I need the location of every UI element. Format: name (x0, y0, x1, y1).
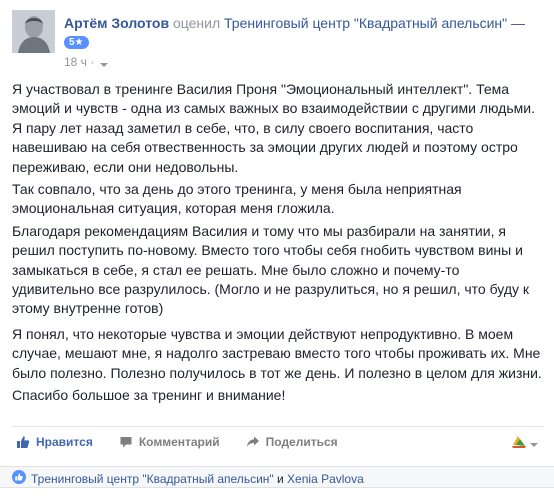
timestamp[interactable]: 18 ч · (64, 55, 94, 69)
avatar[interactable] (12, 10, 55, 53)
liker-link[interactable]: Тренинговый центр "Квадратный апельсин" (31, 472, 274, 486)
post-card: Артём Золотов оценил Тренинговый центр "… (0, 0, 554, 500)
like-reaction-icon (12, 470, 26, 487)
rating-badge: 5★ (64, 36, 89, 49)
action-verb: оценил (172, 15, 221, 31)
likers-list: Тренинговый центр "Квадратный апельсин" … (31, 472, 364, 486)
dash: — (511, 15, 526, 31)
comment-icon (119, 435, 133, 449)
comment-button[interactable]: Комментарий (119, 427, 220, 457)
conjunction: и (277, 471, 284, 486)
post-headline: Артём Золотов оценил Тренинговый центр "… (64, 14, 542, 50)
reaction-selector[interactable] (510, 433, 538, 454)
action-bar: Нравится Комментарий Поделиться (12, 426, 544, 456)
post-paragraph: Я участвовал в тренинге Василия Проня "Э… (12, 81, 535, 175)
likes-summary: Тренинговый центр "Квадратный апельсин" … (0, 466, 554, 488)
like-button[interactable]: Нравится (16, 427, 93, 457)
post-paragraph: Спасибо большое за тренинг и внимание! (12, 387, 286, 404)
page-link[interactable]: Тренинговый центр "Квадратный апельсин" (224, 15, 507, 31)
post-paragraph: Благодаря рекомендациям Василия и тому ч… (12, 222, 530, 317)
post-meta: 18 ч · (64, 55, 109, 69)
post-paragraph: Я понял, что некоторые чувства и эмоции … (12, 325, 542, 381)
like-label: Нравится (36, 434, 93, 449)
share-label: Поделиться (265, 434, 338, 449)
liker-link[interactable]: Xenia Pavlova (287, 472, 364, 486)
thumbs-up-icon (16, 435, 30, 449)
author-link[interactable]: Артём Золотов (64, 15, 169, 31)
chevron-down-icon (530, 435, 538, 453)
share-icon (246, 435, 260, 449)
post-body: Я участвовал в тренинге Василия Проня "Э… (12, 80, 544, 409)
page-thumbnail-icon (510, 433, 528, 454)
post-paragraph: Так совпало, что за день до этого тренин… (12, 181, 462, 217)
comment-label: Комментарий (138, 434, 220, 449)
caret-down-icon[interactable] (99, 58, 109, 67)
share-button[interactable]: Поделиться (246, 427, 338, 457)
